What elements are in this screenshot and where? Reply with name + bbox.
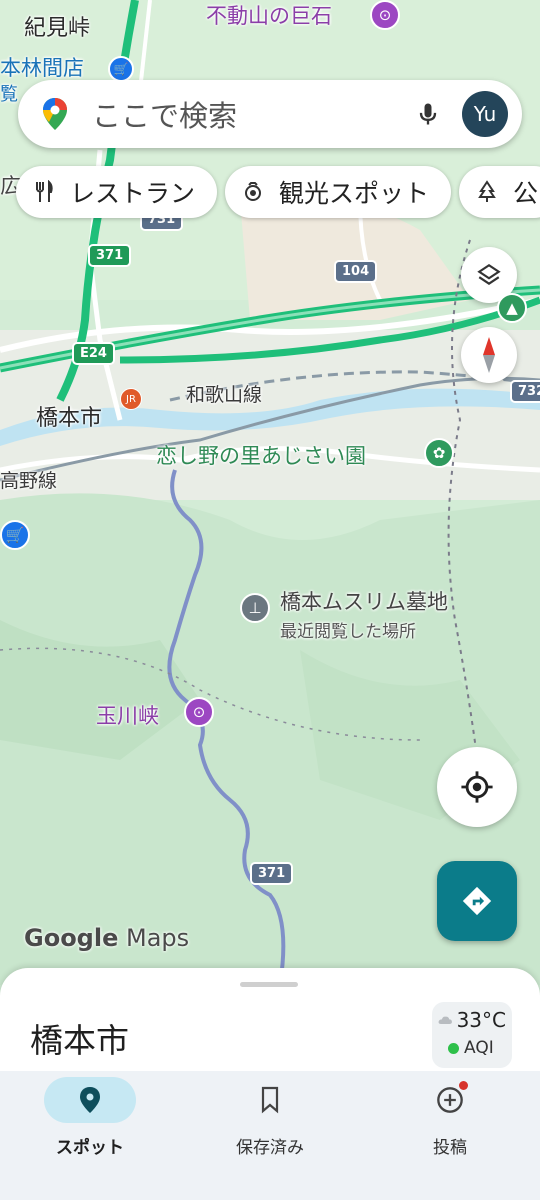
google-maps-logo: Google Maps (24, 924, 189, 952)
cemetery-icon[interactable]: ⊥ (240, 593, 270, 623)
map-label-fudosan[interactable]: 不動山の巨石 (206, 0, 332, 30)
category-chips: レストラン 観光スポット 公 (16, 166, 540, 218)
chip-label: 公 (513, 179, 539, 208)
nav-pill (224, 1077, 316, 1123)
fork-knife-icon (36, 180, 53, 202)
chip-label: レストラン (70, 179, 196, 208)
logo-maps: Maps (126, 924, 190, 952)
shopping-cart-icon[interactable]: 🛒 (0, 520, 30, 550)
chip-park[interactable]: 公 (459, 166, 540, 218)
compass-icon (483, 337, 495, 373)
search-bar[interactable]: ここで検索 Yu (18, 80, 522, 148)
place-title: 橋本市 (30, 1021, 129, 1060)
map-label-tamagawa[interactable]: 玉川峡 (96, 700, 159, 730)
tree-icon (478, 180, 496, 202)
route-shield-732: 732 (510, 380, 540, 403)
camera-landmark-icon (245, 182, 262, 201)
nav-label: 投稿 (433, 1138, 467, 1158)
map-label-hashimoto[interactable]: 橋本市 (36, 400, 102, 432)
route-shield-104: 104 (334, 260, 378, 283)
crosshair-icon (461, 771, 493, 803)
map-label-cut: 覧 (0, 84, 18, 105)
compass-button[interactable] (461, 327, 517, 383)
map-label-store[interactable]: 本林間店 (0, 52, 84, 82)
nav-label: スポット (56, 1138, 124, 1158)
directions-icon (462, 886, 492, 916)
map-label-muslim-cemetery[interactable]: 橋本ムスリム墓地 (280, 586, 448, 616)
nav-active-pill (44, 1077, 136, 1123)
sheet-drag-handle[interactable] (240, 982, 298, 987)
add-circle-icon (437, 1087, 463, 1113)
location-pin-icon (80, 1087, 100, 1113)
layers-icon (477, 263, 501, 285)
map-label-kimitoge[interactable]: 紀見峠 (24, 10, 90, 42)
shopping-cart-icon[interactable]: 🛒 (108, 56, 134, 82)
route-shield-371: 371 (88, 244, 132, 267)
temperature: 33°C (456, 1008, 506, 1032)
map-label-recently-viewed: 最近閲覧した場所 (280, 622, 416, 642)
google-maps-pin-icon (43, 98, 67, 130)
weather-badge[interactable]: 33°C AQI (432, 1002, 512, 1068)
highway-shield-e24: E24 (72, 342, 115, 365)
attraction-icon[interactable]: ⊙ (184, 697, 214, 727)
nav-pill (404, 1077, 496, 1123)
bookmark-icon (261, 1086, 279, 1114)
garden-icon[interactable]: ✿ (424, 438, 454, 468)
nav-item-explore[interactable]: スポット (0, 1071, 180, 1200)
nav-label: 保存済み (236, 1138, 304, 1158)
aqi-label: AQI (464, 1038, 494, 1058)
avatar[interactable]: Yu (462, 91, 508, 137)
chip-sightseeing[interactable]: 観光スポット (225, 166, 452, 218)
map-label-koya-line: 高野線 (0, 470, 58, 492)
aqi-status-dot (448, 1042, 459, 1054)
bottom-sheet[interactable]: 橋本市 33°C AQI (0, 968, 540, 1078)
my-location-button[interactable] (437, 747, 517, 827)
bottom-navigation: スポット 保存済み 投稿 (0, 1071, 540, 1200)
directions-button[interactable] (437, 861, 517, 941)
park-icon[interactable]: ▲ (497, 293, 527, 323)
nav-item-saved[interactable]: 保存済み (180, 1071, 468, 1200)
station-icon[interactable]: JR (120, 388, 142, 410)
chip-label: 観光スポット (279, 179, 430, 208)
route-shield-371-south: 371 (250, 862, 294, 885)
search-input[interactable]: ここで検索 (92, 93, 414, 135)
attraction-icon[interactable]: ⊙ (370, 0, 400, 30)
cloud-icon (438, 1016, 452, 1024)
nav-item-contribute[interactable]: 投稿 (360, 1071, 540, 1200)
map-label-wakayama-line: 和歌山線 (186, 384, 263, 406)
logo-google: Google (24, 924, 119, 952)
microphone-icon[interactable] (414, 100, 442, 128)
map-label-koishino[interactable]: 恋し野の里あじさい園 (156, 440, 366, 470)
chip-restaurant[interactable]: レストラン (16, 166, 218, 218)
